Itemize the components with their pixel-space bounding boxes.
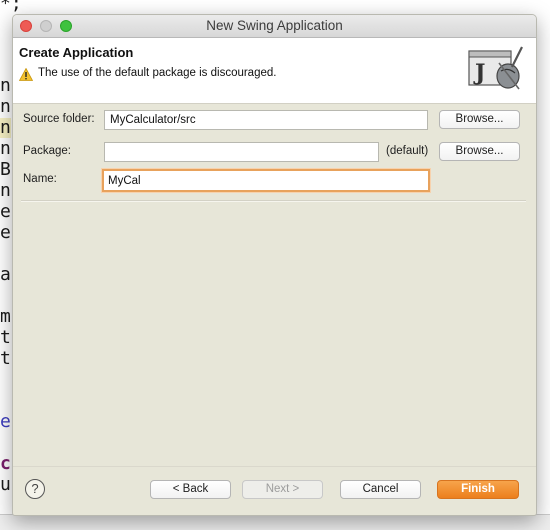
footer-divider xyxy=(13,466,536,467)
name-input[interactable] xyxy=(102,169,430,192)
next-button[interactable]: Next > xyxy=(242,480,323,499)
package-default-hint: (default) xyxy=(386,145,429,157)
code-line: n xyxy=(0,180,11,201)
page-title: Create Application xyxy=(19,45,134,60)
finish-button[interactable]: Finish xyxy=(437,480,519,499)
browse-package-button[interactable]: Browse... xyxy=(439,142,520,161)
window-title: New Swing Application xyxy=(206,18,343,33)
code-line: u xyxy=(0,474,11,495)
wizard-header: Create Application The use of the defaul… xyxy=(13,38,536,104)
code-line: t xyxy=(0,327,11,348)
browse-source-folder-button[interactable]: Browse... xyxy=(439,110,520,129)
name-label: Name: xyxy=(23,173,57,185)
editor-status-strip xyxy=(0,514,550,530)
code-line: n xyxy=(0,117,11,138)
package-label: Package: xyxy=(23,145,71,157)
help-button[interactable]: ? xyxy=(25,479,45,499)
title-bar: New Swing Application xyxy=(13,15,536,38)
java-swing-wizard-icon: J xyxy=(468,43,524,98)
code-line: B xyxy=(0,159,11,180)
back-button[interactable]: < Back xyxy=(150,480,231,499)
code-line: a xyxy=(0,264,11,285)
code-line: c xyxy=(0,453,11,474)
code-line: t xyxy=(0,348,11,369)
new-swing-application-dialog: New Swing Application Create Application… xyxy=(12,14,537,516)
code-line: e xyxy=(0,411,11,432)
warning-icon xyxy=(18,67,34,86)
form-divider xyxy=(21,200,526,202)
code-line: e xyxy=(0,222,11,243)
svg-text:J: J xyxy=(473,60,485,86)
code-line: e xyxy=(0,201,11,222)
package-input[interactable] xyxy=(104,142,379,162)
source-folder-input[interactable] xyxy=(104,110,428,130)
code-line-top: *; xyxy=(0,0,22,14)
code-line: m xyxy=(0,306,11,327)
warning-message: The use of the default package is discou… xyxy=(38,67,277,79)
code-line: n xyxy=(0,96,11,117)
code-line: n xyxy=(0,138,11,159)
cancel-button[interactable]: Cancel xyxy=(340,480,421,499)
source-folder-label: Source folder: xyxy=(23,113,95,125)
code-line: n xyxy=(0,75,11,96)
